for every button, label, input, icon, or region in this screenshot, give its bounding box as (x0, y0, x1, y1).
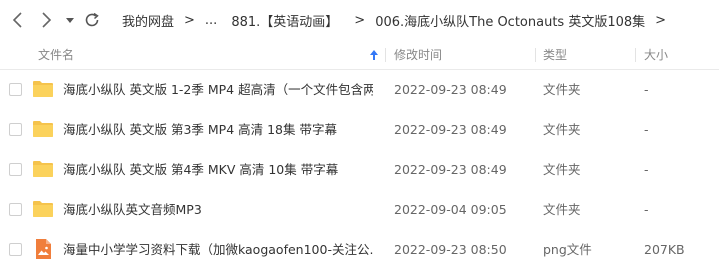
file-row[interactable]: 海底小纵队 英文版 第3季 MP4 高清 18集 带字幕 2022-09-23 … (0, 110, 719, 150)
history-dropdown-icon[interactable] (63, 12, 77, 28)
file-modified-time: 2022-09-23 08:49 (394, 162, 507, 177)
file-name[interactable]: 海底小纵队 英文版 第4季 MKV 高清 10集 带字幕 (63, 150, 338, 190)
breadcrumb-current[interactable]: 006.海底小纵队The Octonauts 英文版108集 (375, 11, 645, 30)
navigation-bar: 我的网盘 > ... 881.【英语动画】 > 006.海底小纵队The Oct… (0, 0, 719, 40)
file-name[interactable]: 海量中小学学习资料下载（加微kaogaofen100-关注公... (63, 230, 373, 270)
file-modified-time: 2022-09-04 09:05 (394, 202, 507, 217)
file-row[interactable]: 海量中小学学习资料下载（加微kaogaofen100-关注公... 2022-0… (0, 230, 719, 270)
column-header-type[interactable]: 类型 (543, 40, 567, 70)
chevron-right-icon: > (184, 12, 195, 28)
row-checkbox[interactable] (9, 123, 22, 136)
breadcrumb: 我的网盘 > ... 881.【英语动画】 > 006.海底小纵队The Oct… (122, 0, 676, 40)
folder-icon (32, 118, 54, 140)
file-modified-time: 2022-09-23 08:49 (394, 122, 507, 137)
folder-icon (32, 158, 54, 180)
file-size: - (644, 122, 649, 137)
forward-icon[interactable] (36, 10, 56, 30)
image-file-icon (32, 238, 54, 260)
breadcrumb-ellipsis[interactable]: ... (205, 13, 217, 28)
file-type: 文件夹 (543, 162, 581, 177)
column-divider (635, 48, 636, 62)
file-name[interactable]: 海底小纵队 英文版 第3季 MP4 高清 18集 带字幕 (63, 110, 337, 150)
row-checkbox[interactable] (9, 163, 22, 176)
file-size: - (644, 162, 649, 177)
sort-ascending-icon[interactable] (369, 49, 379, 61)
breadcrumb-root[interactable]: 我的网盘 (122, 11, 174, 30)
chevron-right-icon: > (354, 12, 366, 28)
file-row[interactable]: 海底小纵队 英文版 1-2季 MP4 超高清（一个文件包含两... 2022-0… (0, 70, 719, 110)
column-header-size[interactable]: 大小 (644, 40, 668, 70)
file-row[interactable]: 海底小纵队 英文版 第4季 MKV 高清 10集 带字幕 2022-09-23 … (0, 150, 719, 190)
folder-icon (32, 78, 54, 100)
file-modified-time: 2022-09-23 08:50 (394, 242, 507, 257)
chevron-right-icon: > (655, 12, 667, 28)
column-divider (535, 48, 536, 62)
refresh-icon[interactable] (82, 10, 102, 30)
row-checkbox[interactable] (9, 203, 22, 216)
file-size: 207KB (644, 242, 685, 257)
file-name[interactable]: 海底小纵队英文音频MP3 (63, 190, 202, 230)
back-icon[interactable] (8, 10, 28, 30)
file-modified-time: 2022-09-23 08:49 (394, 82, 507, 97)
file-type: png文件 (543, 242, 592, 257)
row-checkbox[interactable] (9, 243, 22, 256)
file-row[interactable]: 海底小纵队英文音频MP3 2022-09-04 09:05 文件夹 - (0, 190, 719, 230)
file-size: - (644, 202, 649, 217)
column-header-name[interactable]: 文件名 (38, 40, 74, 70)
file-type: 文件夹 (543, 82, 581, 97)
file-type: 文件夹 (543, 202, 581, 217)
breadcrumb-parent[interactable]: 881.【英语动画】 (231, 11, 338, 30)
folder-icon (32, 198, 54, 220)
file-size: - (644, 82, 649, 97)
file-list-header: 文件名 修改时间 类型 大小 (0, 40, 719, 70)
column-header-modified[interactable]: 修改时间 (394, 40, 442, 70)
file-name[interactable]: 海底小纵队 英文版 1-2季 MP4 超高清（一个文件包含两... (63, 70, 373, 110)
file-type: 文件夹 (543, 122, 581, 137)
column-divider (385, 48, 386, 62)
row-checkbox[interactable] (9, 83, 22, 96)
